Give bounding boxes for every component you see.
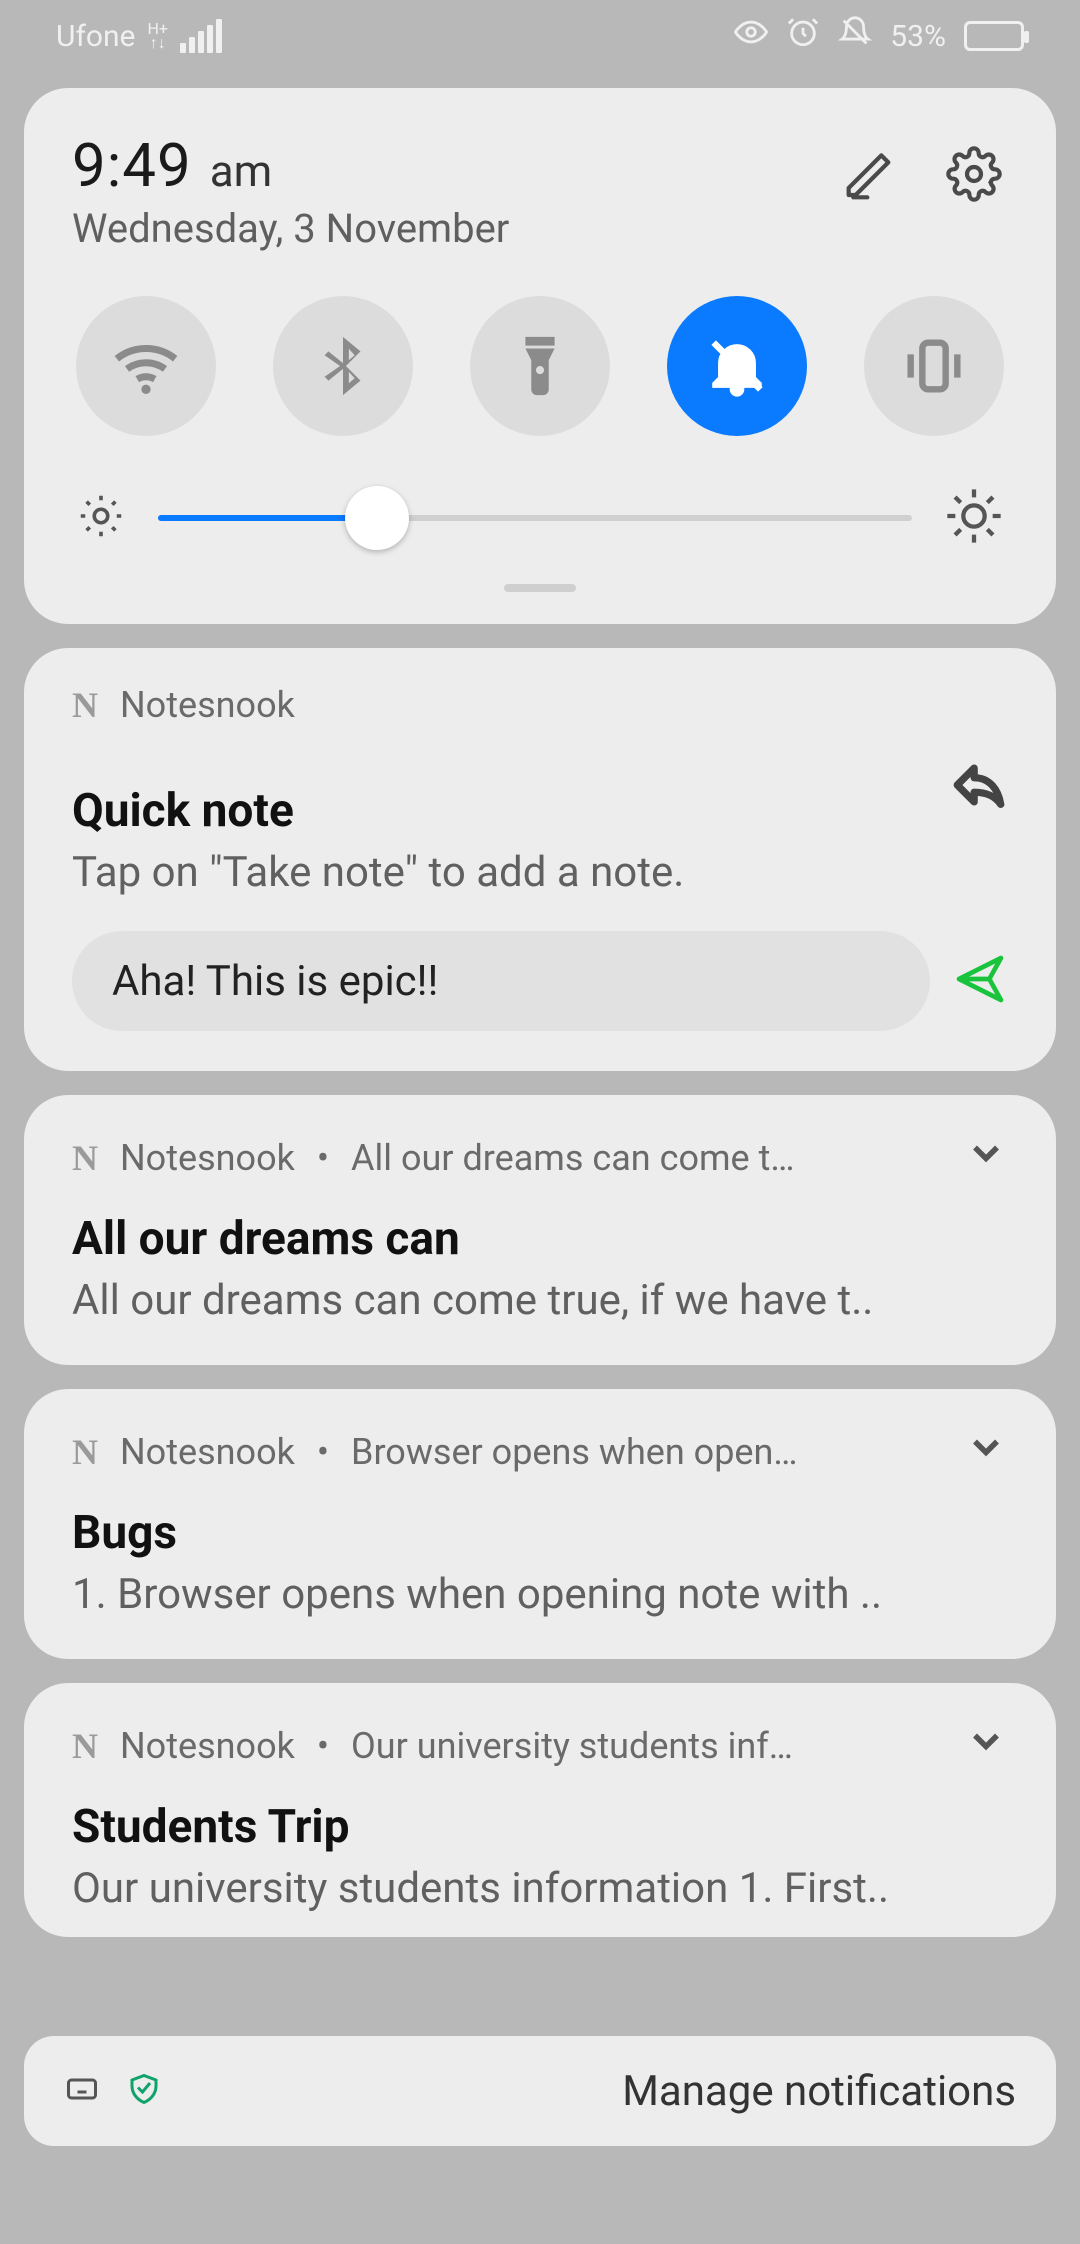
time-ampm: am [210,145,273,197]
gear-icon[interactable] [946,146,1002,206]
dnd-toggle[interactable] [667,296,807,436]
separator-dot: • [317,1431,329,1473]
eye-icon [734,15,768,57]
brightness-high-icon [942,484,1006,552]
time-value: 9:49 [72,130,192,201]
notification-bugs[interactable]: N Notesnook • Browser opens when open… B… [24,1389,1056,1659]
quick-settings-panel: 9:49 am Wednesday, 3 November [24,88,1056,624]
brightness-slider[interactable] [72,484,1008,558]
notification-title: Quick note [72,784,684,838]
edit-icon[interactable] [844,146,900,206]
shield-icon[interactable] [126,2071,162,2111]
app-icon-notesnook: N [72,1725,98,1767]
notification-title: Bugs [72,1506,1008,1560]
status-bar: Ufone H+↑↓ 53% [0,0,1080,72]
quick-note-input-value: Aha! This is epic!! [112,957,438,1006]
clock-block[interactable]: 9:49 am Wednesday, 3 November [72,130,509,252]
notification-students-trip[interactable]: N Notesnook • Our university students in… [24,1683,1056,1937]
notification-body: Tap on "Take note" to add a note. [72,848,684,897]
quick-note-input[interactable]: Aha! This is epic!! [72,931,930,1031]
bluetooth-toggle[interactable] [273,296,413,436]
manage-notifications-button[interactable]: Manage notifications [622,2067,1016,2116]
mute-icon [838,15,872,57]
keyboard-icon[interactable] [64,2071,100,2111]
notification-title: Students Trip [72,1800,1008,1854]
panel-drag-handle[interactable] [504,584,576,592]
notification-summary: Our university students inf… [351,1725,793,1767]
app-icon-notesnook: N [72,1137,98,1179]
separator-dot: • [317,1137,329,1179]
brightness-low-icon [74,489,128,547]
chevron-down-icon[interactable] [964,1719,1008,1772]
network-type-icon: H+↑↓ [147,22,168,50]
app-name: Notesnook [120,1431,295,1473]
app-name: Notesnook [120,1725,295,1767]
notification-summary: Browser opens when open… [351,1431,797,1473]
notification-title: All our dreams can [72,1212,1008,1266]
app-icon-notesnook: N [72,1431,98,1473]
wifi-toggle[interactable] [76,296,216,436]
brightness-thumb[interactable] [345,486,409,550]
send-button[interactable] [952,951,1008,1011]
brightness-track[interactable] [158,515,912,521]
notification-body: Our university students information 1. F… [72,1864,1008,1913]
notification-footer: Manage notifications [24,2036,1056,2146]
chevron-down-icon[interactable] [964,1425,1008,1478]
notification-quick-note[interactable]: N Notesnook Quick note Tap on "Take note… [24,648,1056,1071]
notification-body: All our dreams can come true, if we have… [72,1276,1008,1325]
carrier-label: Ufone [56,19,135,54]
date-label: Wednesday, 3 November [72,205,509,252]
battery-icon [964,21,1024,51]
app-name: Notesnook [120,684,295,726]
flashlight-toggle[interactable] [470,296,610,436]
alarm-icon [786,15,820,57]
app-name: Notesnook [120,1137,295,1179]
vibrate-toggle[interactable] [864,296,1004,436]
reply-icon[interactable] [950,756,1008,818]
separator-dot: • [317,1725,329,1767]
battery-percent: 53% [890,19,946,54]
notification-summary: All our dreams can come t… [351,1137,794,1179]
chevron-down-icon[interactable] [964,1131,1008,1184]
notification-body: 1. Browser opens when opening note with … [72,1570,1008,1619]
signal-icon [180,19,222,53]
notification-dreams[interactable]: N Notesnook • All our dreams can come t…… [24,1095,1056,1365]
app-icon-notesnook: N [72,684,98,726]
